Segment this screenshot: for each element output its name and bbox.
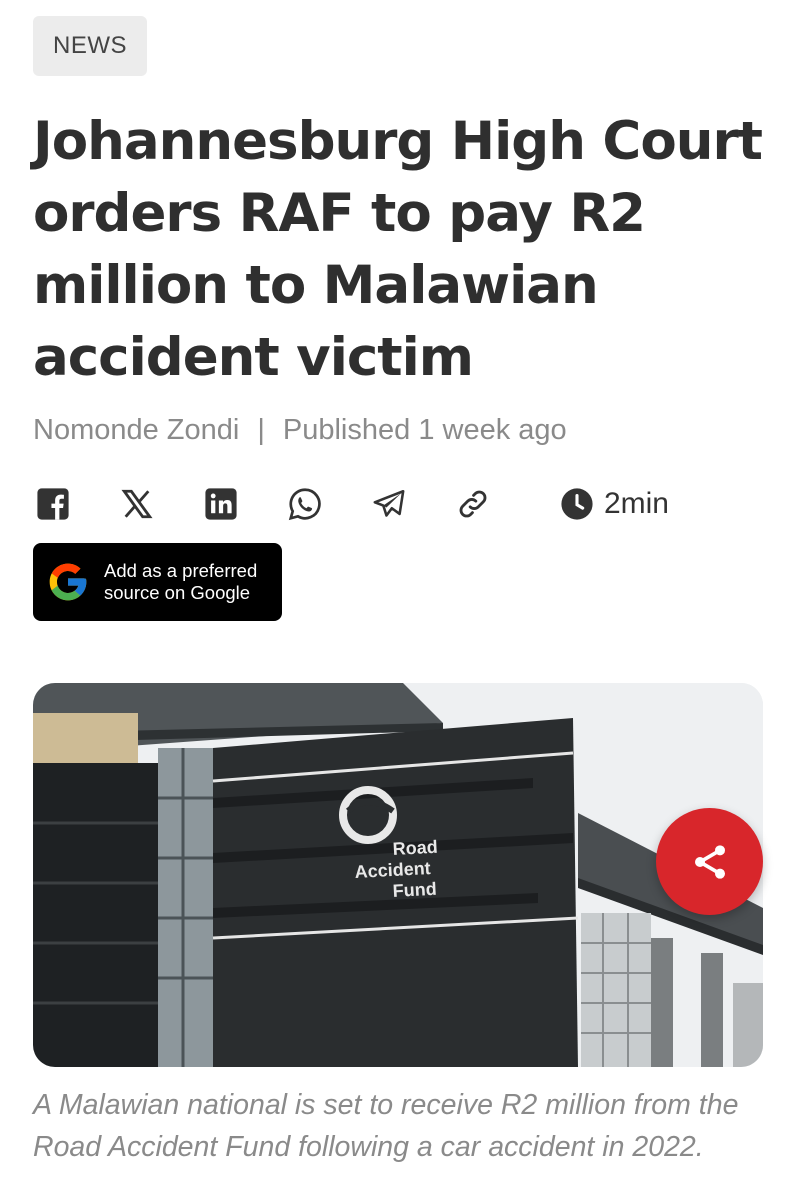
google-button-text: Add as a preferred source on Google <box>104 560 257 604</box>
x-icon[interactable] <box>117 484 157 524</box>
image-caption: A Malawian national is set to receive R2… <box>33 1089 739 1163</box>
sign-line-accident: Accident <box>354 858 431 882</box>
sign-line-fund: Fund <box>392 879 437 901</box>
category-tag[interactable]: NEWS <box>33 16 147 76</box>
article-headline: Johannesburg High Court orders RAF to pa… <box>33 111 763 388</box>
google-button-line1: Add as a preferred <box>104 560 258 581</box>
building-illustration: Road Accident Fund <box>33 683 763 1067</box>
google-button-line2: source on Google <box>104 582 251 603</box>
published-time: Published 1 week ago <box>282 413 567 446</box>
google-preferred-source-button[interactable]: Add as a preferred source on Google <box>33 543 282 621</box>
sign-line-road: Road <box>392 837 438 859</box>
linkedin-icon[interactable] <box>201 484 241 524</box>
article-image: Road Accident Fund <box>33 683 763 1067</box>
byline-separator: | <box>257 413 265 446</box>
share-bar: 2min <box>33 480 733 528</box>
telegram-icon[interactable] <box>369 484 409 524</box>
share-icon <box>694 844 725 879</box>
share-fab-button[interactable] <box>656 808 763 915</box>
byline: Nomonde Zondi | Published 1 week ago <box>33 410 567 450</box>
clock-icon <box>561 488 593 520</box>
author-name[interactable]: Nomonde Zondi <box>33 414 239 447</box>
facebook-icon[interactable] <box>33 484 73 524</box>
read-time-label: 2min <box>603 487 669 520</box>
whatsapp-icon[interactable] <box>285 484 325 524</box>
link-icon[interactable] <box>453 484 493 524</box>
category-label: NEWS <box>53 32 127 59</box>
read-time: 2min <box>560 487 669 521</box>
google-logo-icon <box>49 563 87 601</box>
